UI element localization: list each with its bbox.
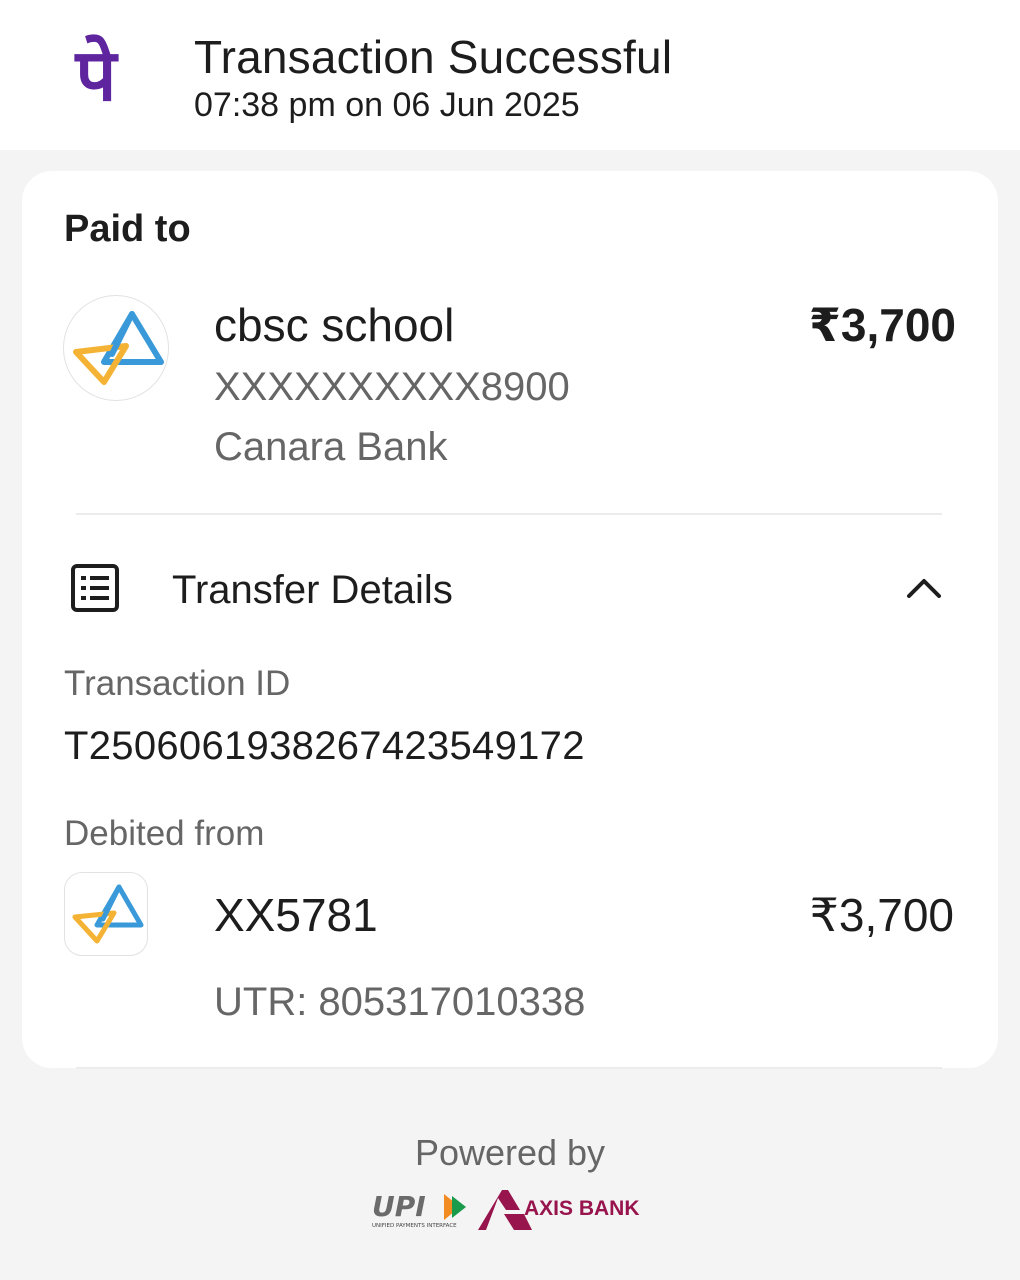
paid-to-heading: Paid to <box>64 208 191 250</box>
transaction-id-value: T2506061938267423549172 <box>64 724 585 768</box>
svg-text:पे: पे <box>74 34 120 114</box>
upi-logo-icon: UPI UNIFIED PAYMENTS INTERFACE <box>372 1190 466 1229</box>
payee-bank-name: Canara Bank <box>214 425 448 469</box>
divider <box>76 1067 942 1069</box>
canara-bank-logo-icon <box>72 884 144 944</box>
payee-account-number: XXXXXXXXXX8900 <box>214 365 570 409</box>
axis-bank-text: AXIS BANK <box>524 1197 640 1220</box>
payee-name: cbsc school <box>214 299 455 351</box>
debited-from-label: Debited from <box>64 814 265 853</box>
payee-bank-logo <box>63 295 169 401</box>
canara-bank-logo-icon <box>73 311 164 385</box>
header: पे Transaction Successful 07:38 pm on 06… <box>0 0 1020 150</box>
transfer-details-title[interactable]: Transfer Details <box>172 568 453 613</box>
phonepe-logo-icon: पे <box>74 34 120 114</box>
powered-by-label: Powered by <box>414 1132 606 1173</box>
upi-logo-text: UPI <box>372 1190 426 1223</box>
paid-amount: ₹3,700 <box>808 299 956 351</box>
utr-number: UTR: 805317010338 <box>214 980 586 1024</box>
divider <box>76 513 942 515</box>
debit-account-number: XX5781 <box>214 889 378 941</box>
chevron-up-icon[interactable] <box>904 572 944 600</box>
receipt-list-icon <box>71 564 119 612</box>
axis-bank-logo-icon: AXIS BANK <box>478 1190 640 1230</box>
transaction-id-label: Transaction ID <box>64 664 291 703</box>
upi-tagline: UNIFIED PAYMENTS INTERFACE <box>372 1223 457 1229</box>
debit-bank-logo <box>64 872 148 956</box>
page-title: Transaction Successful <box>194 31 673 83</box>
transaction-timestamp: 07:38 pm on 06 Jun 2025 <box>194 86 580 124</box>
debit-amount: ₹3,700 <box>809 889 954 941</box>
